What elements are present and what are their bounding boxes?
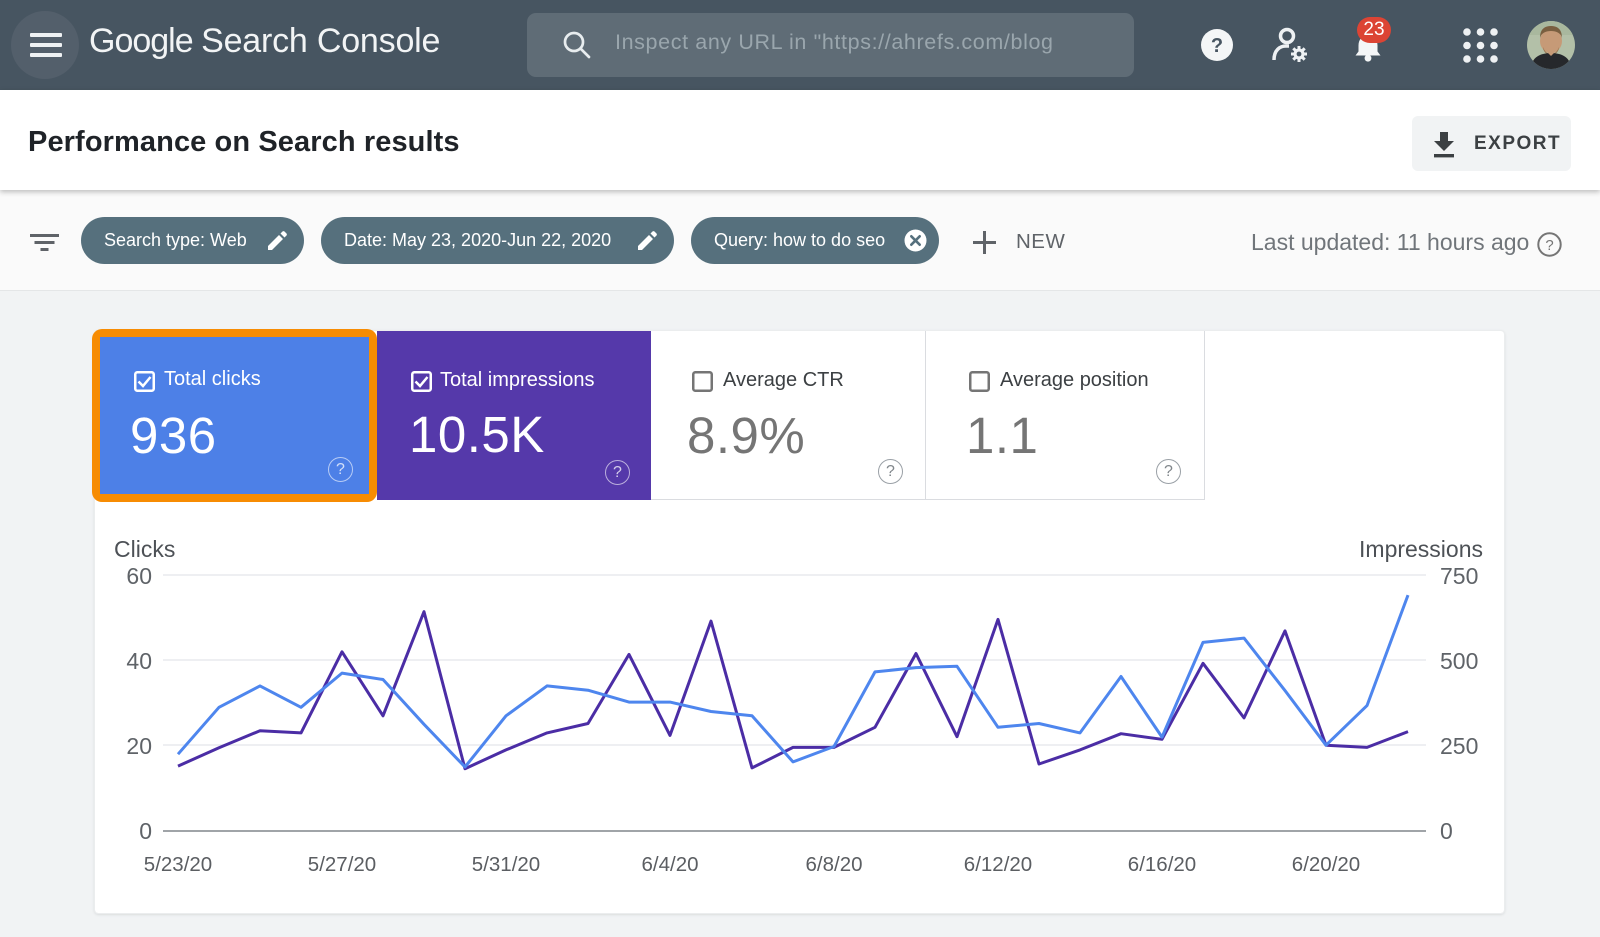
svg-text:6/12/20: 6/12/20	[964, 853, 1032, 876]
svg-text:60: 60	[126, 563, 152, 589]
svg-text:5/31/20: 5/31/20	[472, 853, 540, 876]
svg-text:20: 20	[126, 733, 152, 759]
svg-text:40: 40	[126, 648, 152, 674]
svg-text:0: 0	[1440, 818, 1453, 844]
svg-text:250: 250	[1440, 733, 1478, 759]
svg-text:0: 0	[139, 818, 152, 844]
svg-text:6/20/20: 6/20/20	[1292, 853, 1360, 876]
svg-text:6/16/20: 6/16/20	[1128, 853, 1196, 876]
svg-text:750: 750	[1440, 563, 1478, 589]
svg-text:Impressions: Impressions	[1359, 536, 1483, 562]
svg-text:Clicks: Clicks	[114, 536, 175, 562]
svg-text:?: ?	[1545, 237, 1553, 254]
svg-text:6/8/20: 6/8/20	[806, 853, 863, 876]
svg-text:6/4/20: 6/4/20	[642, 853, 699, 876]
svg-text:?: ?	[1211, 35, 1223, 57]
svg-text:500: 500	[1440, 648, 1478, 674]
svg-text:5/23/20: 5/23/20	[144, 853, 212, 876]
svg-text:5/27/20: 5/27/20	[308, 853, 376, 876]
